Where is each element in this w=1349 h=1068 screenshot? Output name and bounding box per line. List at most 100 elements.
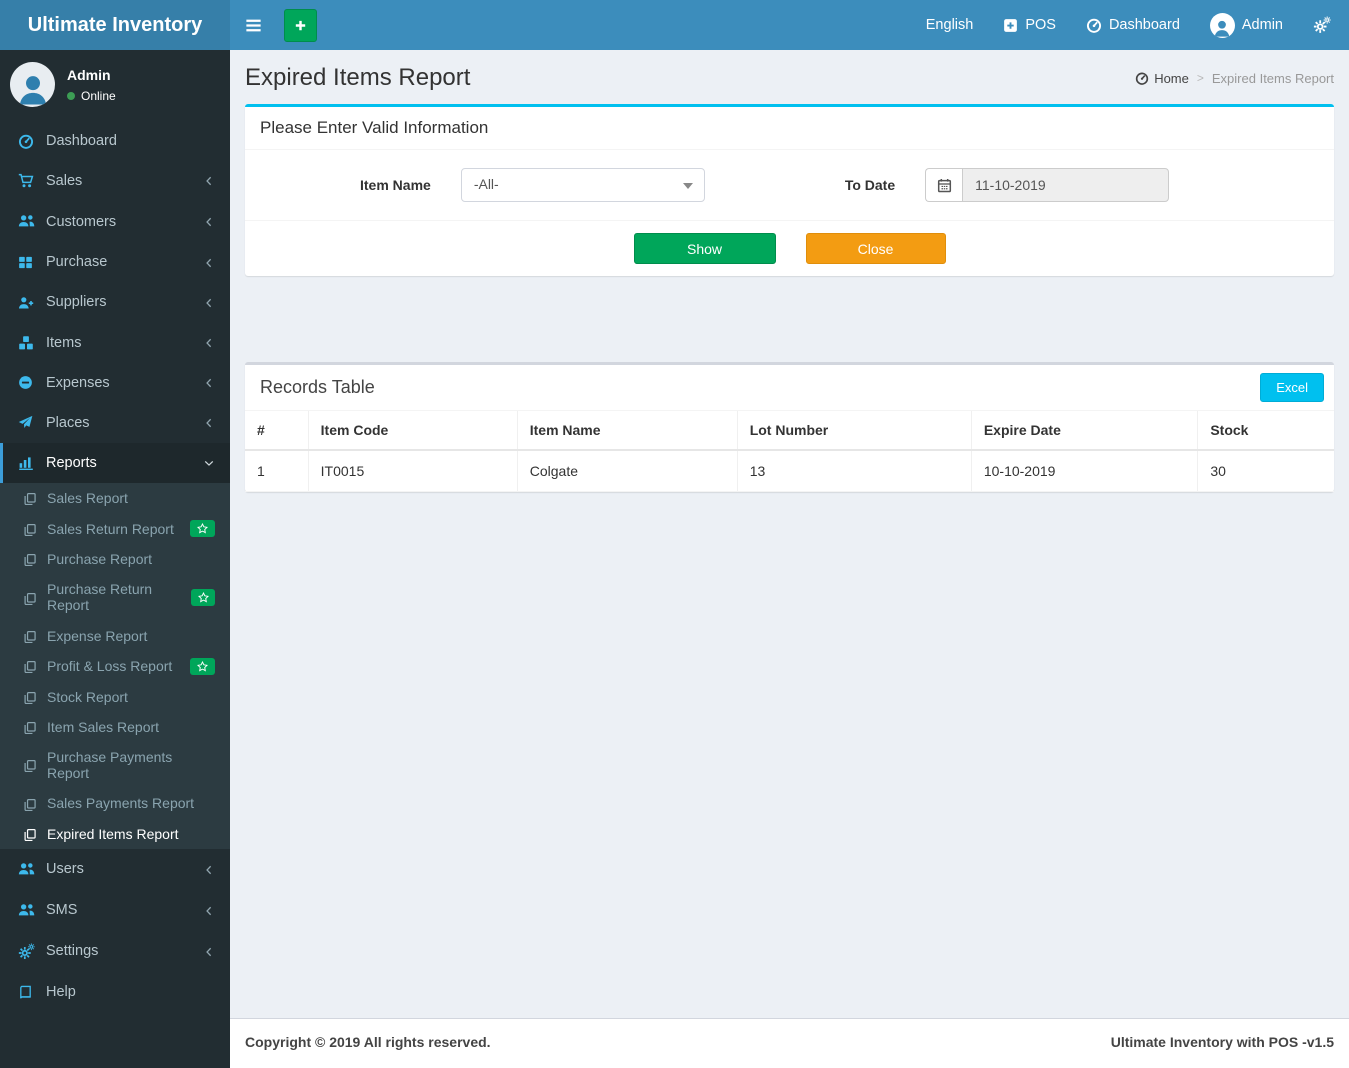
chevron-left-icon [203,214,215,230]
copy-icon [23,658,47,674]
caret-down-icon [682,183,693,189]
item-name-label: Item Name [360,177,431,193]
page-title: Expired Items Report [245,64,471,91]
dashboard-icon [1086,18,1102,33]
sidebar: Admin Online Dashboard Sales Customers P… [0,50,230,1068]
submenu-item-stock-report: Stock Report [0,682,230,712]
grid-icon [18,254,46,270]
cogs-icon [1313,16,1331,34]
sidebar-menu: Dashboard Sales Customers Purchase Suppl… [0,121,230,483]
chevron-left-icon [203,902,215,918]
person-icon [1215,20,1230,37]
bar-chart-icon [18,455,46,471]
book-icon [18,984,46,1000]
users-icon [18,213,46,230]
calendar-icon [937,177,951,192]
submenu-item-purchase-return-report: Purchase Return Report [0,574,230,620]
plus-icon [294,19,307,31]
col-expire-date[interactable]: Expire Date [971,411,1199,451]
online-dot-icon [67,91,75,100]
col-index[interactable]: # [245,411,309,451]
users-icon [18,902,46,919]
chevron-down-icon [203,455,215,471]
chevron-left-icon [203,173,215,189]
copy-icon [23,551,47,567]
sidebar-item-users: Users [0,849,230,890]
table-header-row: # Item Code Item Name Lot Number Expire … [245,411,1334,451]
sidebar-user-name: Admin [67,66,111,83]
col-item-code[interactable]: Item Code [308,411,518,451]
footer-copyright: Copyright © 2019 All rights reserved. [245,1034,491,1050]
quick-add-button[interactable] [284,8,317,42]
language-label: English [925,17,974,33]
filter-box-title: Please Enter Valid Information [245,107,1334,150]
cell-lot-number: 13 [737,450,972,492]
item-name-select[interactable]: -All- [460,168,705,202]
user-menu[interactable]: Admin [1195,0,1298,50]
cubes-icon [18,335,46,351]
main-footer: Copyright © 2019 All rights reserved. Ul… [230,1018,1349,1068]
copy-icon [23,757,47,773]
dashboard-label: Dashboard [1108,17,1180,33]
pos-link[interactable]: POS [988,0,1071,50]
records-box: Records Table Excel # Item Code Item Nam… [245,362,1334,492]
users-icon [18,861,46,878]
chevron-left-icon [203,861,215,877]
item-name-selected-value: -All- [473,176,499,192]
paper-plane-icon [18,415,46,431]
content-body: Please Enter Valid Information Item Name… [230,104,1349,507]
language-menu[interactable]: English [911,0,989,50]
cell-expire-date: 10-10-2019 [971,450,1199,492]
chevron-left-icon [203,335,215,351]
brand-logo[interactable]: Ultimate Inventory [0,0,230,50]
sidebar-item-customers: Customers [0,201,230,242]
copy-icon [23,589,47,605]
submenu-item-purchase-payments-report: Purchase Payments Report [0,742,230,788]
navbar-right: English POS Dashboard Admin [911,0,1349,50]
breadcrumb-home[interactable]: Home [1135,71,1189,86]
pos-label: POS [1025,17,1056,33]
sidebar-item-sms: SMS [0,890,230,931]
col-item-name[interactable]: Item Name [517,411,738,451]
chevron-left-icon [203,375,215,391]
calendar-addon[interactable] [925,168,963,202]
dashboard-link[interactable]: Dashboard [1071,0,1195,50]
show-button[interactable]: Show [633,233,776,264]
star-badge [191,588,215,606]
user-plus-icon [18,294,46,310]
records-box-title: Records Table [260,377,375,397]
sidebar-item-dashboard: Dashboard [0,121,230,161]
sidebar-item-purchase: Purchase [0,242,230,282]
to-date-label: To Date [844,177,896,193]
home-dashboard-icon [1136,72,1149,85]
settings-menu[interactable] [1298,0,1349,50]
star-badge [190,657,215,675]
sidebar-item-expenses: Expenses [0,363,230,403]
submenu-item-sales-return-report: Sales Return Report [0,513,230,544]
cell-item-code: IT0015 [308,450,518,492]
submenu-item-purchase-report: Purchase Report [0,544,230,574]
sidebar-item-suppliers: Suppliers [0,282,230,322]
col-stock[interactable]: Stock [1197,411,1334,451]
cogs-icon [18,943,46,960]
cart-icon [18,173,46,189]
chevron-left-icon [203,415,215,431]
col-lot-number[interactable]: Lot Number [737,411,972,451]
excel-export-button[interactable]: Excel [1260,373,1324,402]
sidebar-item-reports: Reports [0,442,230,483]
copy-icon [23,689,47,705]
star-badge [190,520,215,538]
chevron-left-icon [203,254,215,270]
to-date-input[interactable] [962,168,1170,202]
table-row: 1 IT0015 Colgate 13 10-10-2019 30 [245,450,1334,492]
sidebar-item-settings: Settings [0,931,230,972]
breadcrumb: Home > Expired Items Report [1135,71,1334,86]
user-name: Admin [1241,17,1283,33]
sidebar-toggle-button[interactable] [230,0,276,50]
close-button[interactable]: Close [805,233,946,264]
submenu-item-sales-report: Sales Report [0,483,230,513]
submenu-item-expense-report: Expense Report [0,620,230,650]
copy-icon [23,719,47,735]
tachometer-icon [18,133,46,150]
sidebar-user-status[interactable]: Online [67,89,116,103]
